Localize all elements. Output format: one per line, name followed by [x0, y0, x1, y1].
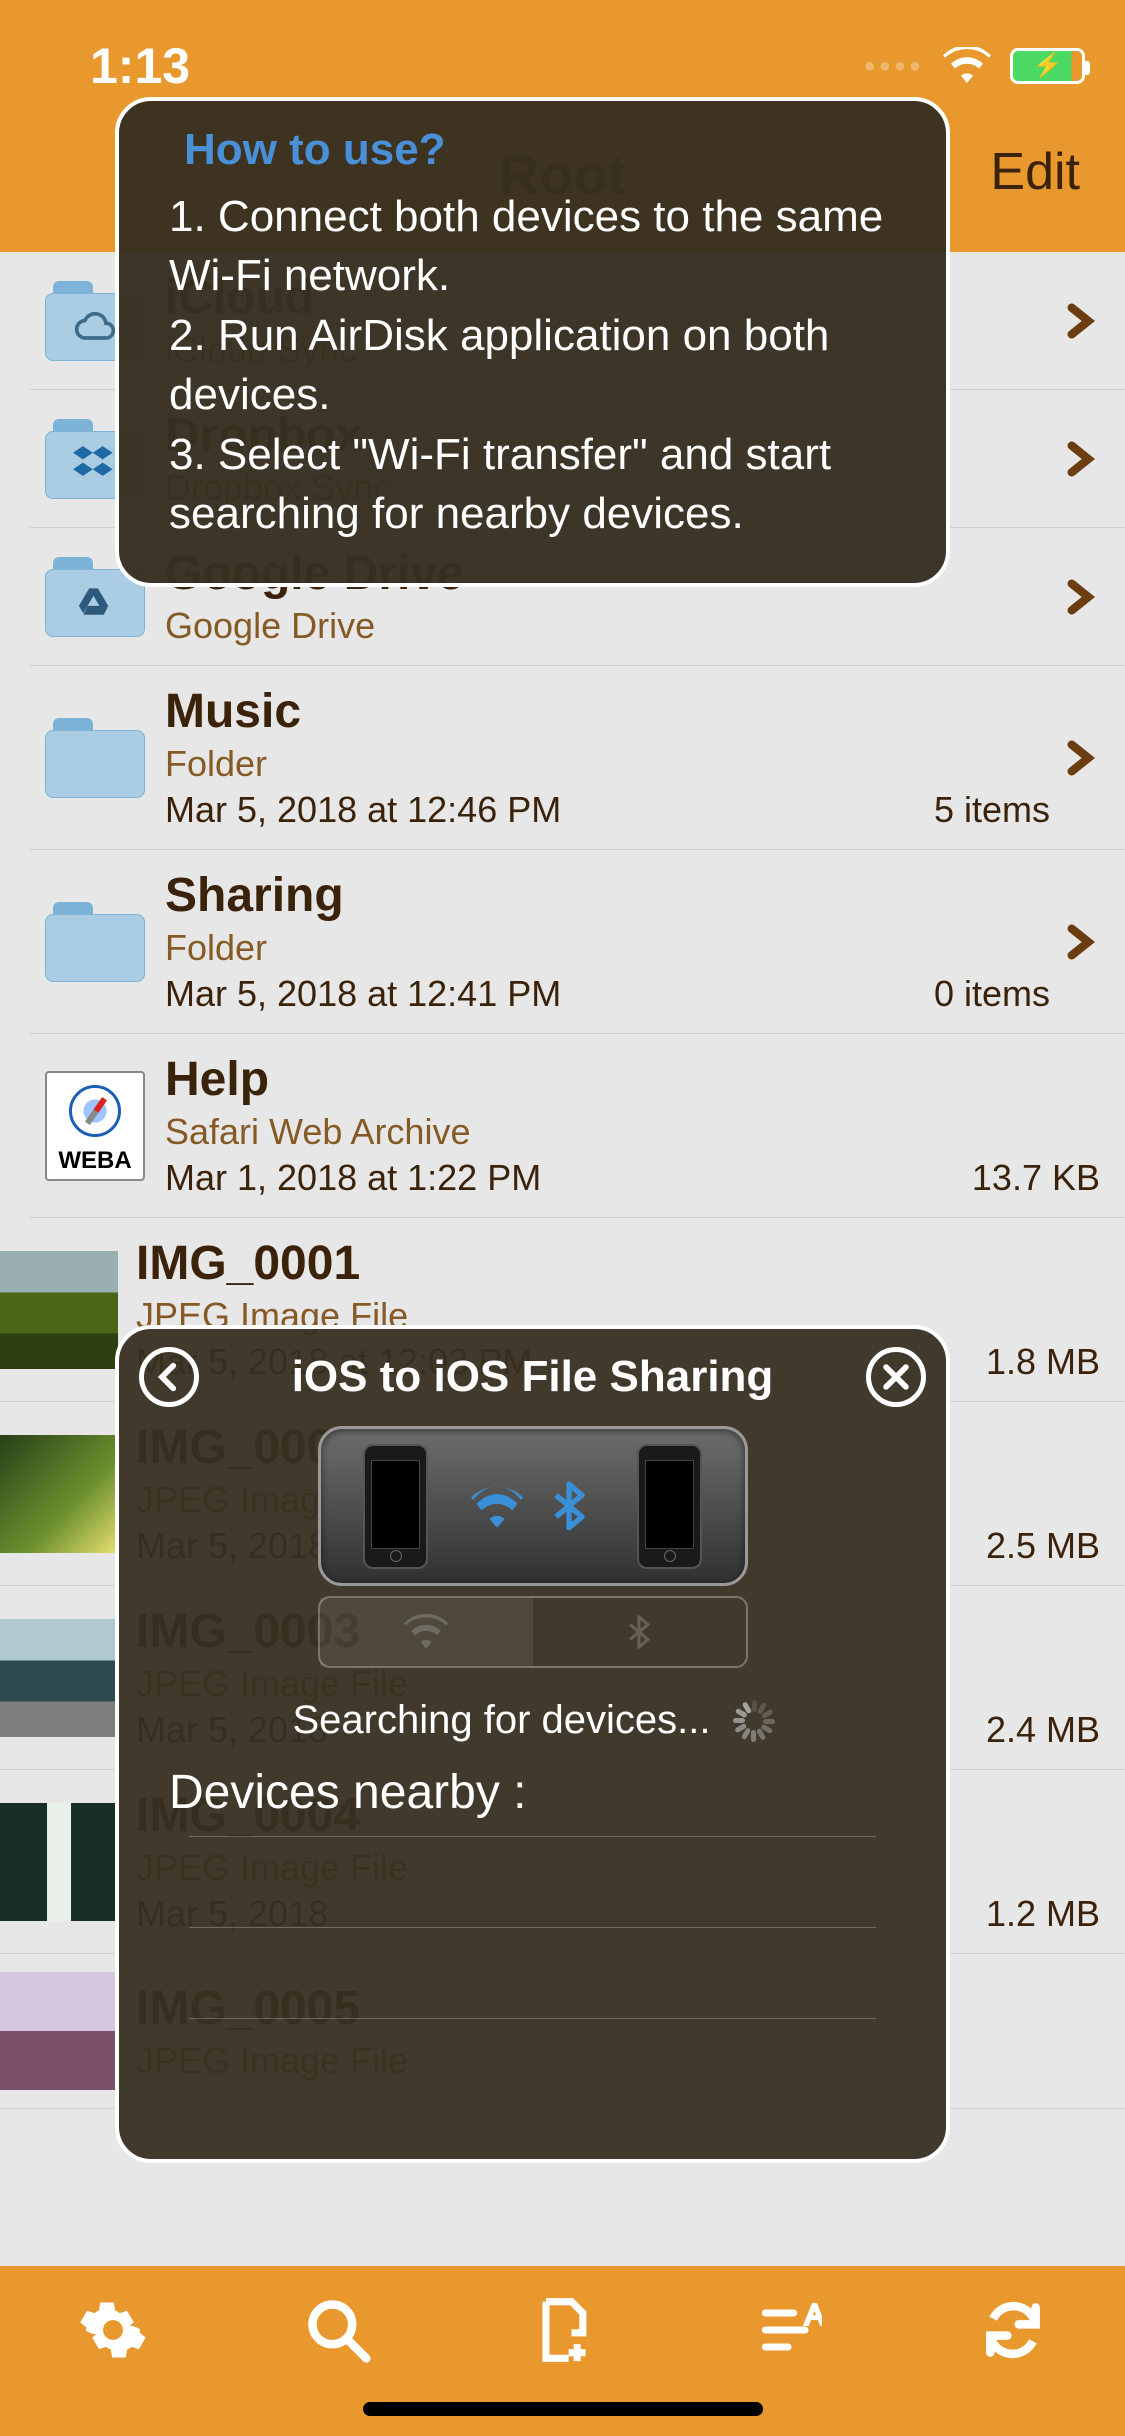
thumbnail-icon: [0, 1619, 118, 1737]
chevron-right-icon: [1060, 577, 1100, 617]
row-size: 2.5 MB: [986, 1525, 1100, 1567]
row-subtitle: Safari Web Archive: [165, 1111, 1100, 1153]
row-subtitle: Folder: [165, 743, 1050, 785]
thumbnail-icon: [0, 1972, 118, 2090]
battery-icon: ⚡: [1010, 48, 1085, 84]
segment-bluetooth[interactable]: [533, 1598, 746, 1666]
row-sharing[interactable]: Sharing Folder Mar 5, 2018 at 12:41 PM 0 …: [30, 850, 1125, 1034]
refresh-icon[interactable]: [979, 2296, 1047, 2369]
chevron-right-icon: [1060, 301, 1100, 341]
wifi-icon: [471, 1480, 523, 1532]
row-date: Mar 1, 2018 at 1:22 PM: [165, 1157, 541, 1199]
row-size: 13.7 KB: [972, 1157, 1100, 1199]
searching-status: Searching for devices...: [119, 1688, 946, 1753]
transfer-mode-segmented[interactable]: [318, 1596, 748, 1668]
row-subtitle: Folder: [165, 927, 1050, 969]
bluetooth-icon: [543, 1480, 595, 1532]
row-size: 5 items: [934, 789, 1050, 831]
row-size: 1.2 MB: [986, 1893, 1100, 1935]
close-button[interactable]: [866, 1347, 926, 1407]
thumbnail-icon: [0, 1435, 118, 1553]
row-subtitle: Google Drive: [165, 605, 1050, 647]
edit-button[interactable]: Edit: [990, 142, 1080, 202]
phone-icon: [363, 1444, 428, 1569]
device-illustration: [318, 1426, 748, 1586]
row-title: Music: [165, 684, 1050, 739]
chevron-right-icon: [1060, 738, 1100, 778]
back-button[interactable]: [139, 1347, 199, 1407]
row-size: 0 items: [934, 973, 1050, 1015]
chevron-right-icon: [1060, 922, 1100, 962]
help-tooltip: How to use? 1. Connect both devices to t…: [115, 97, 950, 587]
row-date: Mar 5, 2018 at 12:46 PM: [165, 789, 561, 831]
spinner-icon: [731, 1700, 773, 1742]
row-size: 1.8 MB: [986, 1341, 1100, 1383]
row-title: Help: [165, 1052, 1100, 1107]
thumbnail-icon: [0, 1803, 118, 1921]
row-title: IMG_0001: [136, 1236, 1100, 1291]
svg-text:A: A: [805, 2299, 822, 2331]
sort-icon[interactable]: A: [754, 2296, 822, 2369]
tooltip-title: How to use?: [184, 125, 906, 175]
modal-title: iOS to iOS File Sharing: [199, 1352, 866, 1402]
segment-wifi[interactable]: [320, 1598, 533, 1666]
devices-nearby-label: Devices nearby :: [119, 1753, 946, 1826]
sharing-modal: iOS to iOS File Sharing Searching for de…: [115, 1325, 950, 2163]
row-size: 2.4 MB: [986, 1709, 1100, 1751]
devices-list: [119, 1836, 946, 2019]
status-right: ●●●● ⚡: [864, 37, 1085, 95]
row-music[interactable]: Music Folder Mar 5, 2018 at 12:46 PM 5 it…: [30, 666, 1125, 850]
search-icon[interactable]: [304, 2296, 372, 2369]
cellular-dots-icon: ●●●●: [864, 55, 924, 78]
row-help[interactable]: WEBA Help Safari Web Archive Mar 1, 2018…: [30, 1034, 1125, 1218]
status-time: 1:13: [90, 37, 190, 95]
chevron-right-icon: [1060, 439, 1100, 479]
row-date: Mar 5, 2018 at 12:41 PM: [165, 973, 561, 1015]
settings-icon[interactable]: [79, 2296, 147, 2369]
home-indicator[interactable]: [363, 2402, 763, 2416]
webarchive-icon: WEBA: [45, 1076, 145, 1176]
searching-label: Searching for devices...: [293, 1698, 711, 1743]
tooltip-body: 1. Connect both devices to the same Wi-F…: [169, 187, 906, 543]
folder-icon: [45, 708, 145, 808]
wifi-icon: [942, 37, 992, 95]
folder-icon: [45, 892, 145, 992]
new-file-icon[interactable]: [529, 2296, 597, 2369]
row-title: Sharing: [165, 868, 1050, 923]
phone-icon: [637, 1444, 702, 1569]
thumbnail-icon: [0, 1251, 118, 1369]
